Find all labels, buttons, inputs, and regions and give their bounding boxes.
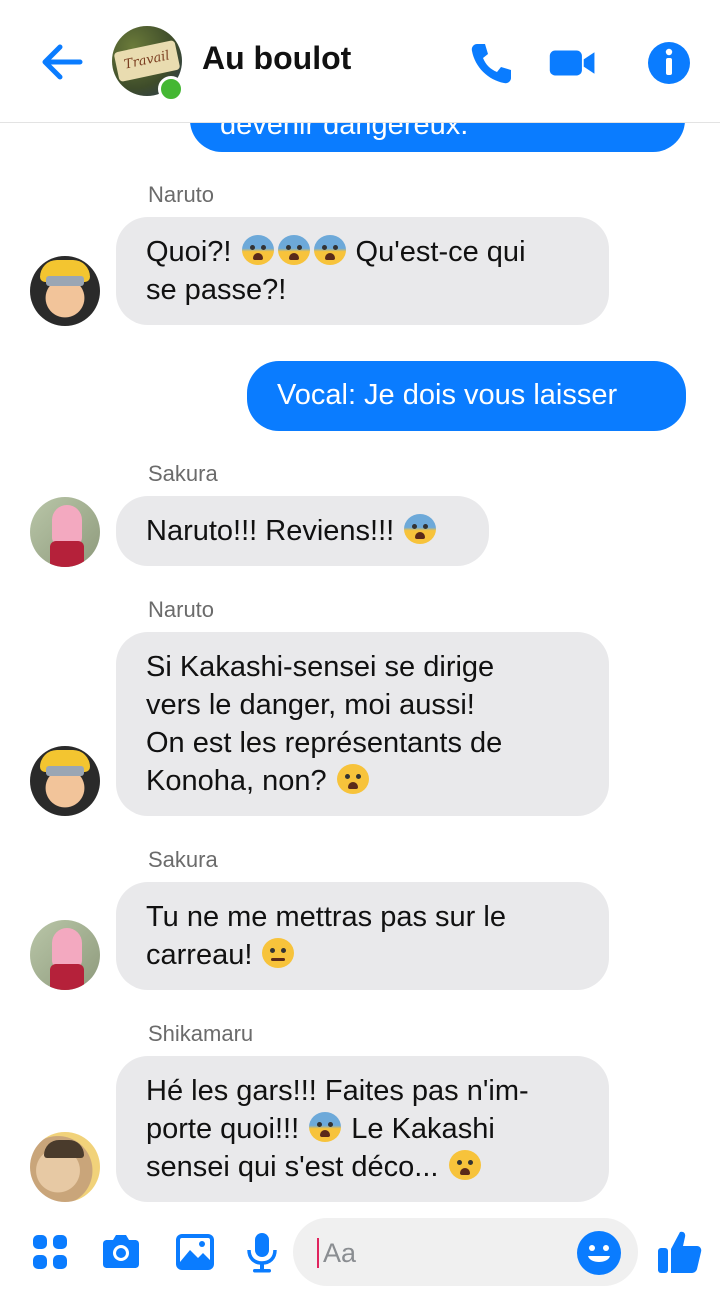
sender-name: Naruto xyxy=(148,597,215,622)
microphone-icon[interactable] xyxy=(240,1230,284,1274)
message-text: Si Kakashi-sensei se dirige xyxy=(146,651,495,683)
message-bubble-incoming[interactable]: Tu ne me mettras pas sur le carreau! xyxy=(116,882,609,990)
sender-name: Sakura xyxy=(148,461,218,486)
message-text: sensei qui s'est déco... xyxy=(146,1151,447,1183)
message-text: Tu ne me mettras pas sur le xyxy=(146,901,506,933)
message-text: Vocal: Je dois vous laisser xyxy=(277,379,618,411)
message-bubble-incoming[interactable]: Quoi?! Qu'est-ce qui se passe?! xyxy=(116,217,609,325)
sender-name: Naruto xyxy=(148,182,215,207)
message-text: Konoha, non? xyxy=(146,765,335,797)
chat-header: Travail Au boulot xyxy=(0,0,720,123)
camera-icon[interactable] xyxy=(99,1230,143,1274)
fearful-emoji-icon xyxy=(404,514,437,544)
thumbs-up-icon[interactable] xyxy=(656,1228,704,1276)
message-text: Hé les gars!!! Faites pas n'im- xyxy=(146,1075,529,1107)
text-caret xyxy=(317,1238,319,1268)
message-text: carreau! xyxy=(146,939,261,971)
sender-name: Sakura xyxy=(148,847,218,872)
fearful-emoji-icon xyxy=(277,235,310,265)
message-input[interactable]: Aa xyxy=(293,1218,638,1286)
message-bubble-incoming[interactable]: Si Kakashi-sensei se dirige vers le dang… xyxy=(116,632,609,816)
avatar-shikamaru[interactable] xyxy=(30,1132,100,1202)
avatar-sakura[interactable] xyxy=(30,920,100,990)
avatar-naruto[interactable] xyxy=(30,746,100,816)
message-text: se passe?! xyxy=(146,274,287,306)
message-text: Quoi?! xyxy=(146,236,240,268)
apps-grid-icon[interactable] xyxy=(28,1230,72,1274)
emoji-icon[interactable] xyxy=(575,1229,623,1277)
persevering-emoji-icon xyxy=(262,938,295,968)
back-arrow-icon[interactable] xyxy=(36,36,88,88)
info-icon[interactable] xyxy=(644,38,694,88)
online-status-dot xyxy=(158,76,184,102)
avatar-sakura[interactable] xyxy=(30,497,100,567)
message-text: porte quoi!!! xyxy=(146,1113,308,1145)
fearful-emoji-icon xyxy=(309,1112,342,1142)
message-bubble-incoming[interactable]: Hé les gars!!! Faites pas n'im- porte qu… xyxy=(116,1056,609,1202)
chat-title[interactable]: Au boulot xyxy=(202,40,351,77)
worried-emoji-icon xyxy=(448,1150,481,1180)
fearful-emoji-icon xyxy=(241,235,274,265)
message-text: vers le danger, moi aussi! xyxy=(146,689,475,721)
message-bubble-incoming[interactable]: Naruto!!! Reviens!!! xyxy=(116,496,489,566)
message-input-placeholder: Aa xyxy=(323,1238,357,1268)
message-text: On est les représentants de xyxy=(146,727,503,759)
message-text: Naruto!!! Reviens!!! xyxy=(146,515,403,547)
fearful-emoji-icon xyxy=(313,235,346,265)
message-bubble-outgoing[interactable]: Vocal: Je dois vous laisser xyxy=(247,361,686,431)
image-icon[interactable] xyxy=(173,1230,217,1274)
avatar-naruto[interactable] xyxy=(30,256,100,326)
message-text: Le Kakashi xyxy=(343,1113,495,1145)
video-camera-icon[interactable] xyxy=(548,38,598,88)
message-list: devenir dangereux. Naruto Quoi?! Qu'est-… xyxy=(0,0,720,1210)
sender-name: Shikamaru xyxy=(148,1021,254,1046)
worried-emoji-icon xyxy=(336,764,369,794)
composer-bar: Aa xyxy=(0,1212,720,1290)
message-text: Qu'est-ce qui xyxy=(347,236,526,268)
phone-icon[interactable] xyxy=(466,38,516,88)
